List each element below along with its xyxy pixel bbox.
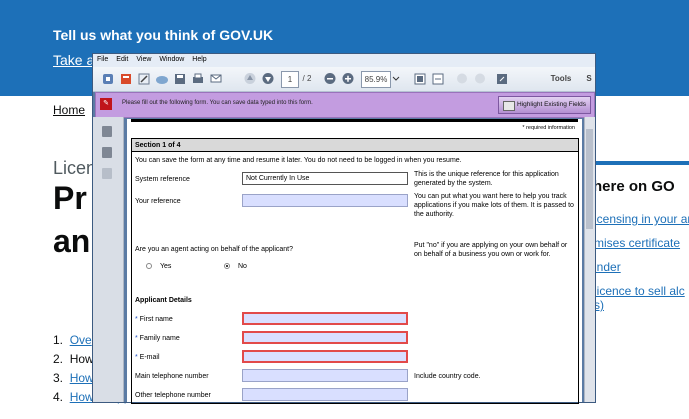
email-label: * E-mail [135,354,160,361]
system-reference-note: This is the unique reference for this ap… [414,171,559,187]
page-title-line2: an [53,223,91,259]
cloud-icon[interactable] [155,71,169,86]
zoom-in-icon[interactable] [341,71,355,86]
family-name-field[interactable] [242,331,408,344]
your-reference-field[interactable] [242,194,408,207]
pdf-form-icon: ✎ [100,98,112,110]
page-caption: Licen [53,158,97,178]
required-info-note: * required information [522,125,575,131]
agent-note: Put "no" if you are applying on your own… [414,242,568,258]
intro-text: You can save the form at any time and re… [135,157,462,164]
banner-survey-link[interactable]: Take a [53,52,94,68]
menu-edit[interactable]: Edit [112,54,132,63]
menu-file[interactable]: File [93,54,112,63]
navigation-panel [93,117,124,402]
your-reference-label: Your reference [135,198,181,205]
toolbar: 1 / 2 85.9% Tools S [93,67,595,92]
attachments-icon[interactable] [102,126,112,137]
breadcrumb-home[interactable]: Home [53,103,85,117]
create-icon[interactable] [101,71,115,86]
sidebar-link[interactable]: licence to sell alc [594,284,685,298]
system-reference-label: System reference [135,176,190,183]
system-reference-value: Not Currently In Use [246,175,310,182]
chevron-down-icon[interactable] [391,71,401,86]
page-total: / 2 [302,74,312,83]
agent-no-radio[interactable] [224,263,230,269]
applicant-details-heading: Applicant Details [135,297,192,304]
contents-text: How [69,352,94,366]
next-page-icon[interactable] [261,71,275,86]
pdf-viewer-window: File Edit View Window Help 1 / 2 85.9% Tools… [92,53,596,404]
family-name-label: * Family name [135,335,180,342]
application-form: Section 1 of 4 You can save the form at … [131,138,579,404]
list-number: 1. [53,333,64,347]
section-heading: Section 1 of 4 [132,139,578,152]
sidebar-link[interactable]: inder [594,260,621,274]
tools-button[interactable]: Tools [549,71,573,86]
sidebar-link[interactable]: mises certificate [594,236,680,250]
main-phone-field[interactable] [242,369,408,382]
your-reference-note: You can put what you want here to help y… [414,193,574,218]
contents-link[interactable]: Ove [70,333,92,347]
email-field[interactable] [242,350,408,363]
page-number-input[interactable]: 1 [281,71,299,88]
zoom-out-icon[interactable] [323,71,337,86]
combine-icon[interactable] [119,71,133,86]
save-icon[interactable] [173,71,187,86]
expand-icon[interactable] [495,71,509,86]
fit-width-icon[interactable] [431,71,445,86]
agent-question: Are you an agent acting on behalf of the… [135,246,294,253]
menu-window[interactable]: Window [155,54,188,63]
menu-bar: File Edit View Window Help [93,54,595,67]
signatures-icon[interactable] [102,168,112,179]
page-title-line1: Pr [53,180,87,216]
previous-page-icon[interactable] [243,71,257,86]
agent-no-label: No [238,263,247,270]
sidebar-heading: here on GO [593,178,675,195]
phone-note: Include country code. [414,373,481,380]
menu-view[interactable]: View [132,54,155,63]
vertical-scrollbar[interactable] [584,117,595,402]
pdf-page: * required information Section 1 of 4 Yo… [127,119,582,404]
zoom-level-select[interactable]: 85.9% [361,71,391,88]
agent-yes-label: Yes [160,263,172,270]
list-number: 3. [53,371,64,385]
banner-title: Tell us what you think of GOV.UK [53,27,274,43]
list-number: 4. [53,390,64,404]
menu-help[interactable]: Help [188,54,210,63]
pages-icon[interactable] [102,147,112,158]
sign-button[interactable]: S [585,71,593,86]
main-phone-label: Main telephone number [135,373,209,380]
form-notification-bar: ✎ Please fill out the following form. Yo… [95,92,595,118]
sidebar-link[interactable]: icensing in your ar [594,212,689,226]
sidebar-rule [590,161,689,165]
print-icon[interactable] [191,71,205,86]
comment-icon [455,71,469,86]
highlight-fields-button[interactable]: Highlight Existing Fields [497,96,591,114]
scrollbar-thumb[interactable] [586,129,593,229]
system-reference-field: Not Currently In Use [242,172,408,185]
first-name-label: * First name [135,316,173,323]
other-phone-field[interactable] [242,388,408,401]
first-name-field[interactable] [242,312,408,325]
fit-page-icon[interactable] [413,71,427,86]
edit-icon[interactable] [137,71,151,86]
page-rule [131,119,578,122]
contents-link[interactable]: How [70,371,94,385]
share-icon [473,71,487,86]
email-icon[interactable] [209,71,223,86]
notification-text: Please fill out the following form. You … [122,100,313,106]
list-number: 2. [53,352,64,366]
other-phone-label: Other telephone number [135,392,211,399]
agent-yes-radio[interactable] [146,263,152,269]
